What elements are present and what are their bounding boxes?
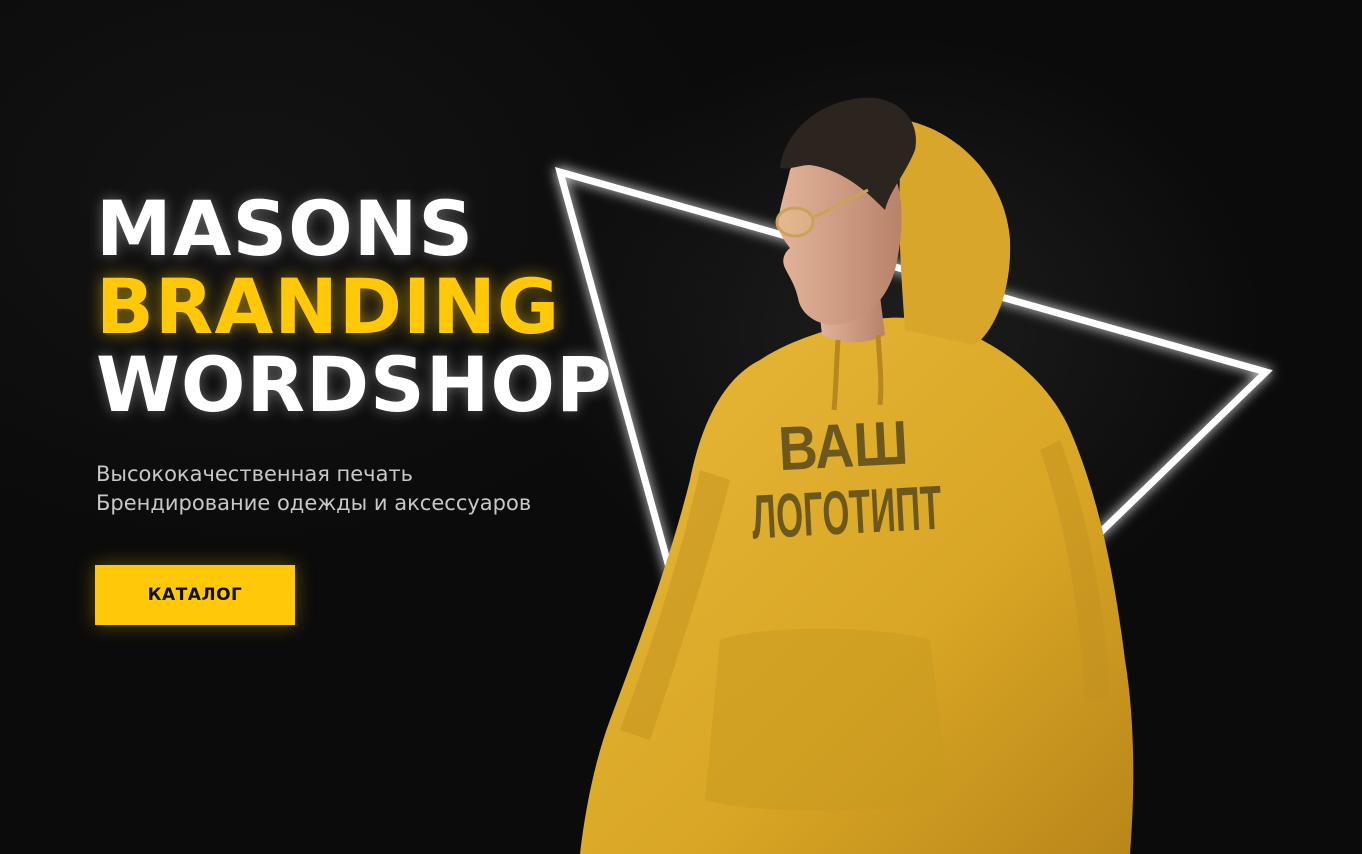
hoodie-print-line2: ЛОГОТИПТ — [750, 473, 943, 552]
headline: MASONS BRANDING WORDSHOP — [96, 190, 613, 424]
hoodie-print-line1: ВАШ — [777, 408, 910, 484]
hero-banner: ВАШ ЛОГОТИПТ MASONS BRANDING WORDSHOP Вы… — [0, 0, 1362, 854]
subtitle-line-1: Высококачественная печать — [96, 462, 414, 486]
subtitle-line-2: Брендирование одежды и аксессуаров — [96, 491, 532, 515]
headline-line-3: WORDSHOP — [96, 340, 613, 429]
headline-line-1: MASONS — [96, 184, 475, 273]
catalog-button[interactable]: КАТАЛОГ — [95, 565, 295, 625]
subtitle: Высококачественная печать Брендирование … — [96, 460, 531, 518]
headline-line-2: BRANDING — [96, 262, 561, 351]
